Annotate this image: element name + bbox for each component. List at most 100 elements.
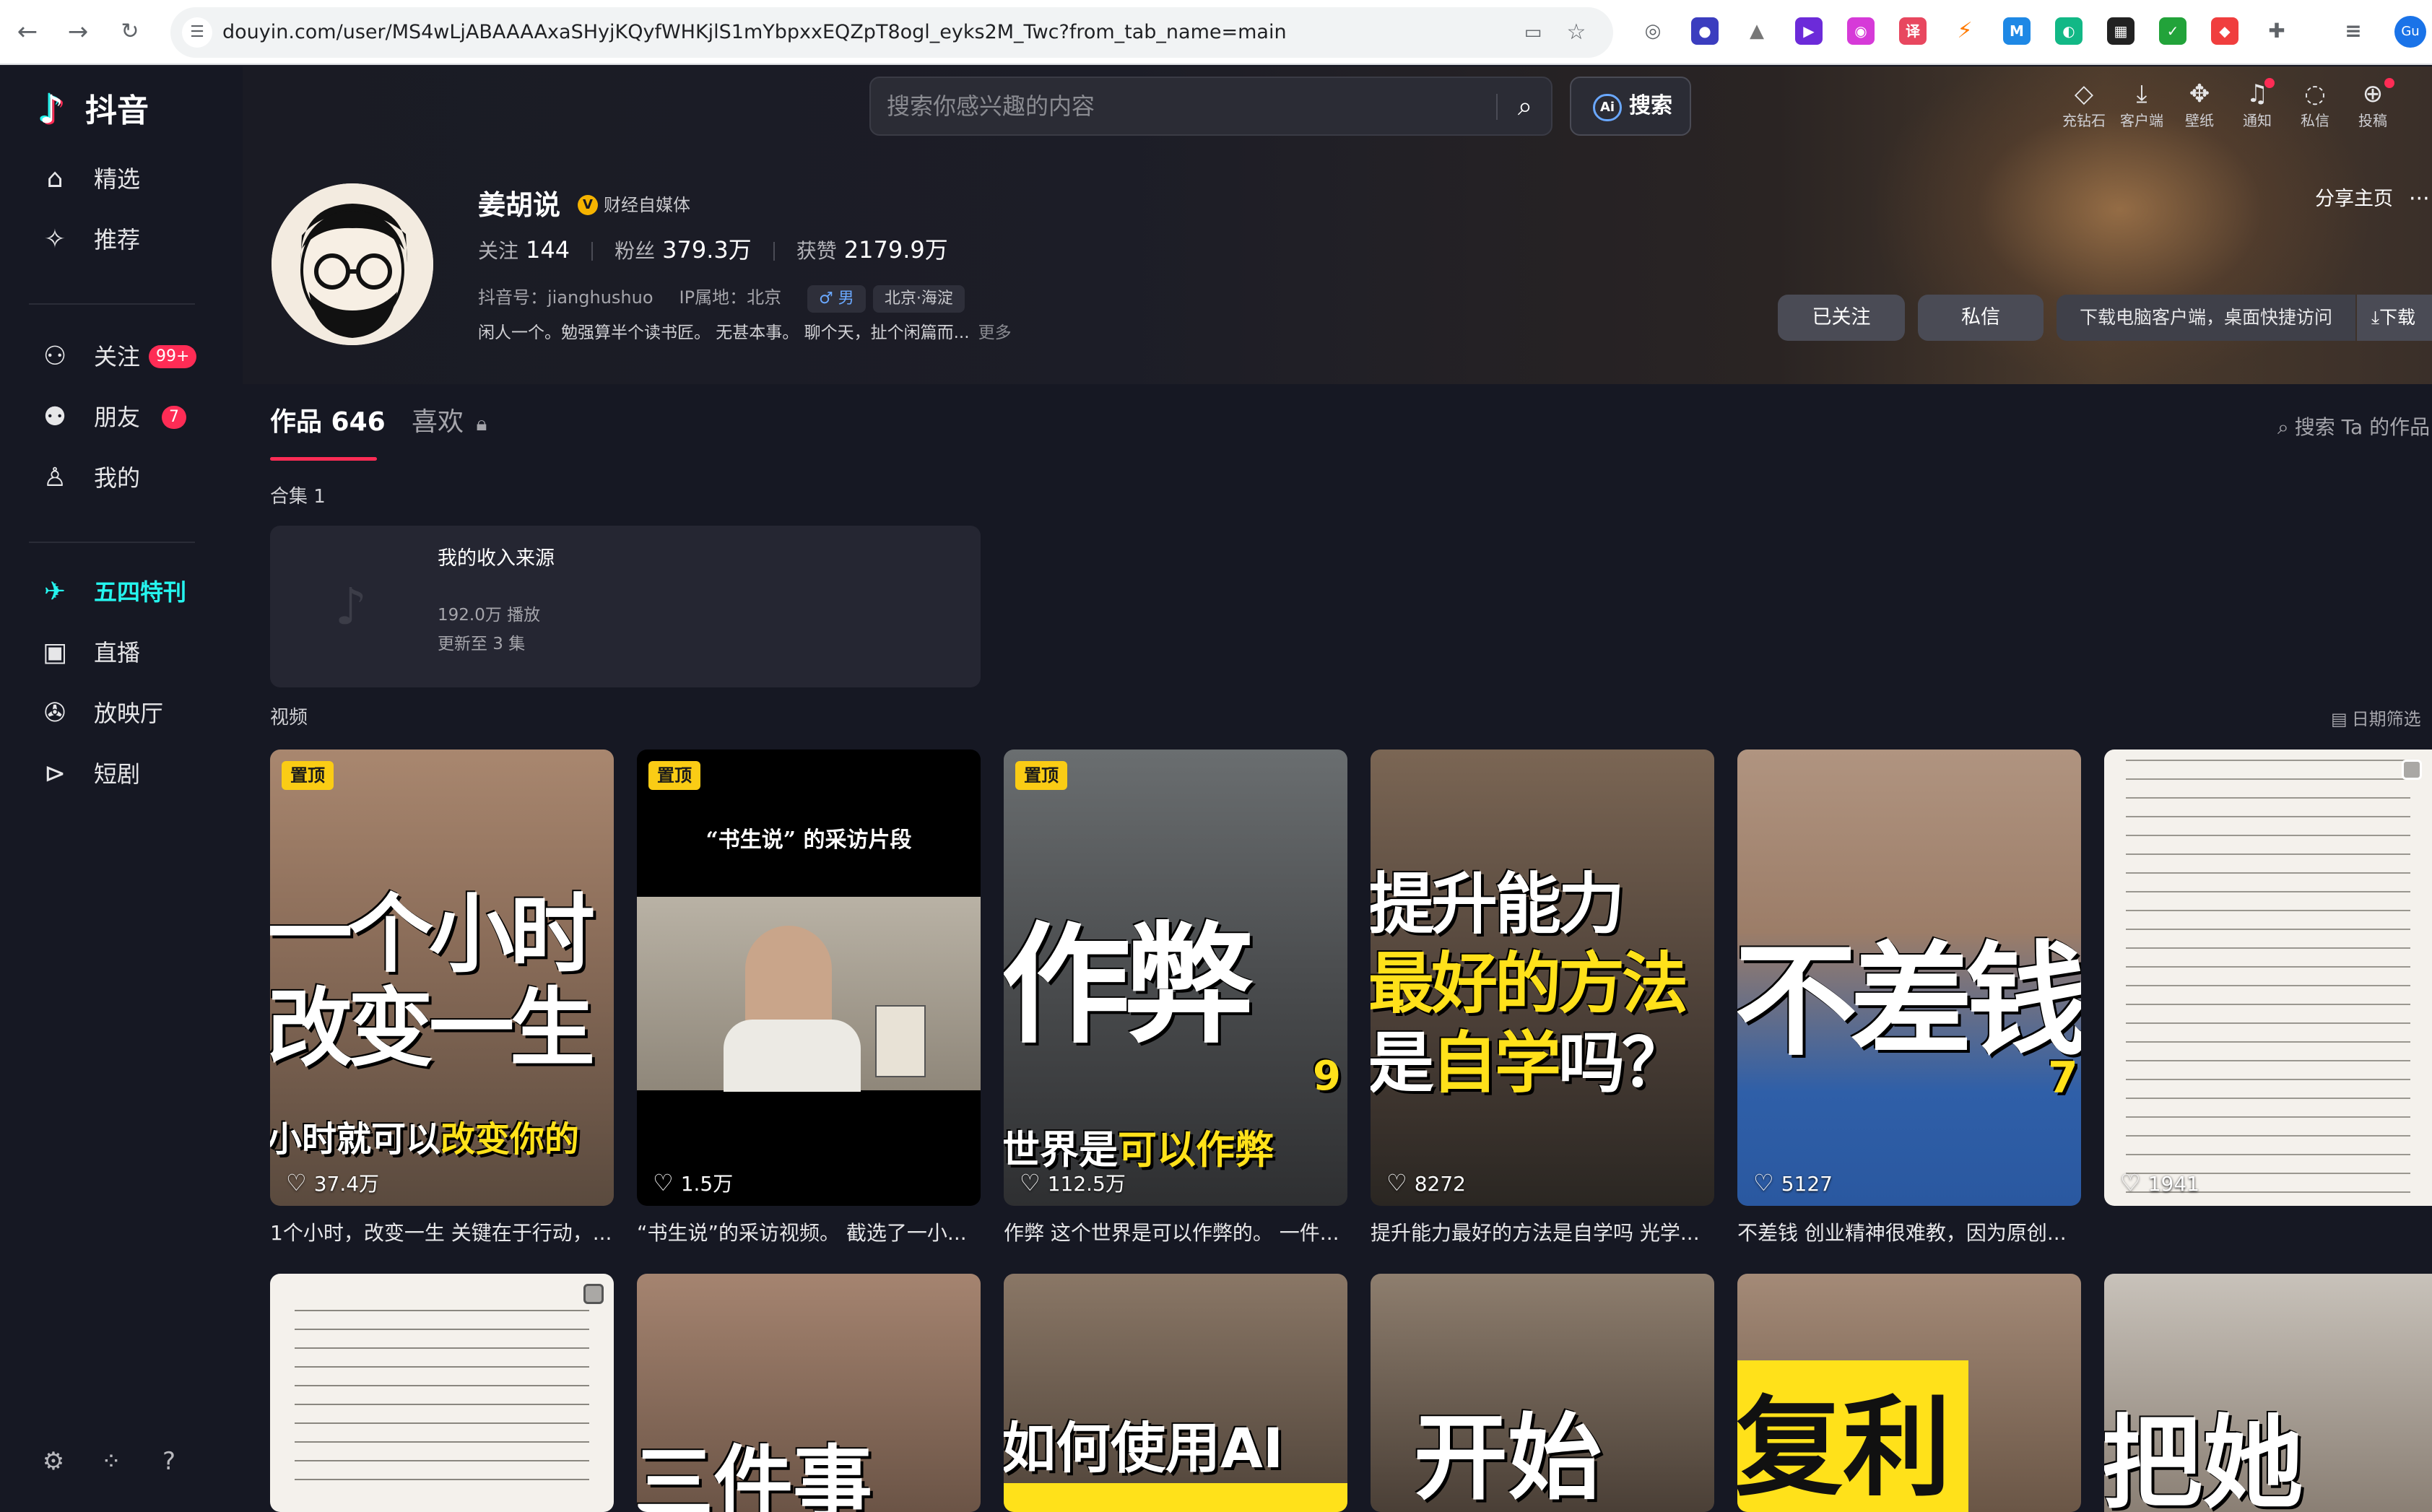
heart-icon: ♡ bbox=[1020, 1169, 1041, 1196]
video-card[interactable]: 三件事 bbox=[637, 1274, 981, 1512]
stat-key: 关注 bbox=[478, 239, 519, 263]
site-settings-icon[interactable]: ☰ bbox=[182, 17, 212, 48]
stat-following[interactable]: 关注 144 bbox=[478, 234, 570, 267]
tab-likes[interactable]: 喜欢 🔒︎ bbox=[412, 396, 487, 461]
heart-icon: ♡ bbox=[2120, 1169, 2141, 1196]
download-client-button[interactable]: ⤓下载 bbox=[2357, 295, 2432, 341]
install-app-icon[interactable]: ▭ bbox=[1519, 19, 1547, 46]
toolbar-messages[interactable]: ◌ 私信 bbox=[2286, 78, 2344, 137]
toolbar-upload[interactable]: ⊕ 投稿 bbox=[2344, 78, 2402, 137]
tiktok-note-icon: ♪ bbox=[39, 87, 64, 132]
sidebar-item-following[interactable]: ⚇ 关注 99+ bbox=[39, 335, 227, 378]
diamond-icon: ◇ bbox=[2074, 79, 2094, 108]
extension-icon[interactable]: ◎ bbox=[1639, 17, 1667, 45]
extension-icon[interactable]: 译 bbox=[1899, 17, 1927, 45]
followed-button[interactable]: 已关注 bbox=[1778, 295, 1905, 341]
bookmark-star-icon[interactable]: ☆ bbox=[1563, 19, 1590, 46]
video-caption[interactable]: 提升能力最好的方法是自学吗 光学... bbox=[1371, 1217, 1714, 1249]
sidebar-item-recommend[interactable]: ✧ 推荐 bbox=[39, 218, 227, 261]
reload-icon[interactable]: ↻ bbox=[114, 16, 146, 48]
sidebar-item-label: 朋友 bbox=[94, 404, 141, 431]
forward-arrow-icon[interactable]: → bbox=[62, 16, 94, 48]
video-card[interactable]: 开始 bbox=[1371, 1274, 1714, 1512]
collection-card[interactable]: ♪ 我的收入来源 192.0万 播放 更新至 3 集 bbox=[270, 526, 981, 687]
more-options-icon[interactable]: ··· bbox=[2409, 185, 2430, 214]
video-card[interactable]: 不差钱 7 ♡ 5127 bbox=[1737, 750, 2081, 1206]
likes-count: 37.4万 bbox=[313, 1172, 380, 1196]
likes-count: 8272 bbox=[1414, 1172, 1466, 1196]
pinned-badge: 置顶 bbox=[648, 761, 700, 790]
sidebar: ♪ 抖音 ⌂ 精选 ✧ 推荐 ⚇ 关注 99+ ⚉ 朋友 7 ♙ 我的 ✈ 五四… bbox=[0, 66, 243, 1498]
toolbar-recharge[interactable]: ◇ 充钻石 bbox=[2055, 78, 2113, 137]
video-card[interactable]: 把她 bbox=[2104, 1274, 2432, 1512]
cover-text: 三件事 bbox=[637, 1437, 872, 1512]
toolbar-client[interactable]: ⤓ 客户端 bbox=[2113, 78, 2171, 137]
sidebar-item-friends[interactable]: ⚉ 朋友 7 bbox=[39, 396, 227, 439]
share-profile-button[interactable]: 分享主页 bbox=[2315, 185, 2393, 214]
sidebar-item-live[interactable]: ▣ 直播 bbox=[39, 631, 227, 674]
extension-icon[interactable]: ◆ bbox=[2211, 17, 2238, 45]
extension-icon[interactable]: ▲ bbox=[1743, 17, 1771, 45]
bio-more-link[interactable]: 更多 bbox=[978, 323, 1012, 342]
stat-followers[interactable]: 粉丝 379.3万 bbox=[614, 234, 752, 267]
video-card[interactable]: 复利 bbox=[1737, 1274, 2081, 1512]
extension-icon[interactable]: ✓ bbox=[2159, 17, 2186, 45]
extension-icon[interactable]: ⚡ bbox=[1951, 17, 1979, 45]
video-caption[interactable]: 1个小时，改变一生 关键在于行动，... bbox=[270, 1217, 614, 1249]
video-card[interactable]: 一个小时 改变一生 小时就可以改变你的 置顶 ♡ 37.4万 bbox=[270, 750, 614, 1206]
search-works-label: 搜索 Ta 的作品 bbox=[2294, 415, 2431, 439]
help-icon[interactable]: ? bbox=[153, 1446, 185, 1477]
tab-works-label: 作品 646 bbox=[270, 407, 386, 437]
video-card[interactable]: ♡ 1941 bbox=[2104, 750, 2432, 1206]
apps-grid-icon[interactable]: ⁘ bbox=[95, 1446, 127, 1477]
sidebar-item-mine[interactable]: ♙ 我的 bbox=[39, 456, 227, 500]
document-text-preview bbox=[2126, 750, 2410, 1206]
extension-icon[interactable]: M bbox=[2003, 17, 2031, 45]
cover-text: 7 bbox=[2048, 1053, 2078, 1103]
toolbar-wallpaper[interactable]: ✥ 壁纸 bbox=[2171, 78, 2228, 137]
browser-profile-avatar[interactable]: Gu bbox=[2394, 16, 2426, 48]
profile-avatar[interactable] bbox=[272, 183, 433, 345]
extension-icon[interactable]: ▶ bbox=[1795, 17, 1823, 45]
sidebar-item-featured[interactable]: ⌂ 精选 bbox=[39, 157, 227, 201]
video-card[interactable]: 提升能力 最好的方法 是自学吗？ ♡ 8272 bbox=[1371, 750, 1714, 1206]
video-caption[interactable]: “书生说”的采访视频。 截选了一小... bbox=[637, 1217, 981, 1249]
tab-likes-label: 喜欢 bbox=[412, 407, 464, 437]
reading-list-icon[interactable]: ≡ bbox=[2340, 17, 2367, 45]
back-arrow-icon[interactable]: ← bbox=[12, 16, 43, 48]
puzzle-icon[interactable]: ✚ bbox=[2263, 17, 2290, 45]
calendar-icon: ▤ bbox=[2331, 709, 2348, 729]
tiktok-note-icon: ♪ bbox=[334, 577, 368, 636]
extension-icon[interactable]: ◐ bbox=[2055, 17, 2083, 45]
search-icon[interactable]: ⌕ bbox=[1506, 88, 1544, 126]
document-text-preview bbox=[295, 1300, 589, 1487]
sidebar-divider bbox=[29, 303, 195, 305]
stat-value: 144 bbox=[526, 236, 570, 264]
message-button[interactable]: 私信 bbox=[1918, 295, 2044, 341]
likes-count: 1941 bbox=[2147, 1172, 2199, 1196]
cover-title: “书生说” 的采访片段 bbox=[705, 827, 912, 853]
video-card[interactable]: 如何使用AI bbox=[1004, 1274, 1347, 1512]
collection-title: 我的收入来源 bbox=[438, 547, 555, 570]
sidebar-item-short-drama[interactable]: ⊳ 短剧 bbox=[39, 752, 227, 796]
video-caption[interactable]: 不差钱 创业精神很难教，因为原创... bbox=[1737, 1217, 2081, 1249]
extension-icon[interactable]: ▦ bbox=[2107, 17, 2134, 45]
extension-icon[interactable]: ● bbox=[1691, 17, 1719, 45]
sidebar-item-cinema[interactable]: ✇ 放映厅 bbox=[39, 692, 227, 735]
search-input[interactable] bbox=[887, 78, 1479, 134]
ai-search-button[interactable]: Ai 搜索 bbox=[1570, 77, 1691, 136]
date-filter-button[interactable]: ▤ 日期筛选 bbox=[2331, 705, 2421, 734]
video-caption[interactable]: 作弊 这个世界是可以作弊的。 一件... bbox=[1004, 1217, 1347, 1249]
address-bar[interactable]: ☰ douyin.com/user/MS4wLjABAAAAxaSHyjKQyf… bbox=[170, 7, 1613, 58]
search-works-button[interactable]: ⌕ 搜索 Ta 的作品 bbox=[2277, 412, 2430, 443]
tab-works[interactable]: 作品 646 bbox=[270, 396, 386, 461]
sidebar-item-may-fourth[interactable]: ✈ 五四特刊 bbox=[39, 570, 227, 614]
settings-icon[interactable]: ⚙ bbox=[38, 1446, 69, 1477]
toolbar-notifications[interactable]: ♫ 通知 bbox=[2228, 78, 2286, 137]
video-card[interactable]: 作弊 9 世界是可以作弊 置顶 ♡ 112.5万 bbox=[1004, 750, 1347, 1206]
video-card[interactable] bbox=[270, 1274, 614, 1512]
sidebar-item-label: 放映厅 bbox=[94, 700, 164, 727]
extension-icon[interactable]: ◉ bbox=[1847, 17, 1875, 45]
likes-count: 112.5万 bbox=[1047, 1172, 1126, 1196]
video-card[interactable]: “书生说” 的采访片段 置顶 ♡ 1.5万 bbox=[637, 750, 981, 1206]
